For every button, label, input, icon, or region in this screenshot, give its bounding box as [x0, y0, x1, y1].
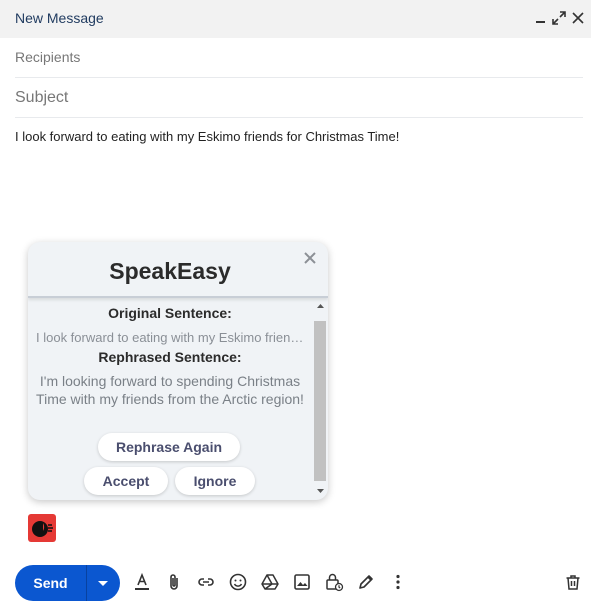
subject-field[interactable]: Subject [15, 78, 583, 118]
minimize-icon[interactable] [533, 9, 549, 27]
format-text-icon[interactable] [132, 572, 152, 592]
scroll-up-arrow-icon[interactable] [316, 302, 325, 310]
expand-icon[interactable] [551, 9, 567, 27]
close-icon[interactable] [303, 251, 317, 265]
scroll-thumb[interactable] [314, 321, 326, 481]
speakeasy-logo-icon[interactable] [28, 514, 56, 542]
window-title: New Message [15, 10, 104, 26]
original-sentence-label: Original Sentence: [108, 305, 232, 321]
emoji-icon[interactable] [228, 572, 248, 592]
ignore-button[interactable]: Ignore [175, 467, 255, 495]
speakeasy-popup: SpeakEasy Original Sentence: I look forw… [28, 242, 328, 500]
compose-header: New Message [0, 0, 591, 38]
schedule-send-dropdown[interactable] [87, 565, 120, 601]
link-icon[interactable] [196, 572, 216, 592]
photo-icon[interactable] [292, 572, 312, 592]
send-button-group: Send [15, 565, 120, 601]
rephrase-again-button[interactable]: Rephrase Again [98, 433, 240, 461]
signature-icon[interactable] [356, 572, 376, 592]
trash-icon[interactable] [563, 572, 583, 592]
popup-title: SpeakEasy [109, 258, 231, 284]
original-sentence-text: I look forward to eating with my Eskimo … [36, 330, 304, 345]
attach-icon[interactable] [164, 572, 184, 592]
accept-button[interactable]: Accept [84, 467, 168, 495]
rephrased-sentence-label: Rephrased Sentence: [98, 349, 242, 365]
rephrased-sentence-text: I'm looking forward to spending Christma… [36, 373, 304, 407]
close-icon[interactable] [570, 9, 586, 27]
send-button[interactable]: Send [15, 565, 86, 601]
popup-scrollbar[interactable] [313, 296, 328, 500]
more-options-icon[interactable] [388, 572, 408, 592]
popup-header: SpeakEasy [28, 242, 328, 298]
message-body[interactable]: I look forward to eating with my Eskimo … [15, 129, 399, 144]
confidential-icon[interactable] [324, 572, 344, 592]
drive-icon[interactable] [260, 572, 280, 592]
chevron-down-icon [98, 581, 108, 586]
recipients-field[interactable]: Recipients [15, 38, 583, 78]
scroll-down-arrow-icon[interactable] [316, 487, 325, 495]
